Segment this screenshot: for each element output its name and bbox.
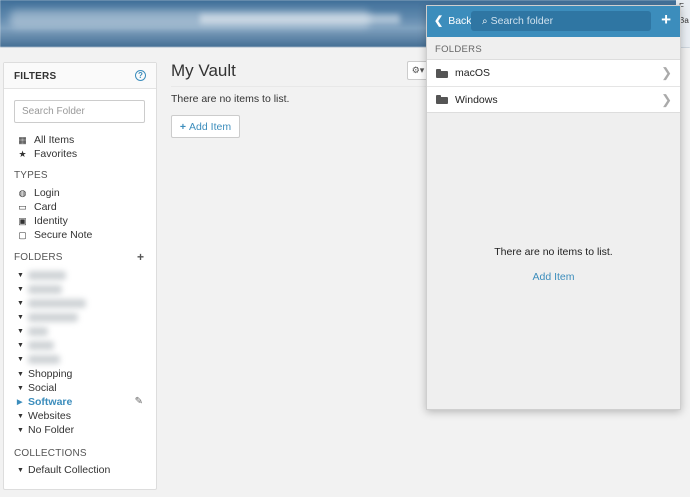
- caret-down-icon: ▼: [17, 370, 24, 378]
- type-label: Login: [34, 187, 60, 199]
- blurred-label: [28, 326, 48, 336]
- collection-item-default[interactable]: ▼ Default Collection: [17, 463, 110, 477]
- folder-item-blurred[interactable]: ▼: [17, 268, 66, 282]
- type-label: Identity: [34, 215, 68, 227]
- popup-empty-message: There are no items to list.: [494, 246, 613, 258]
- note-icon: ▢: [18, 229, 27, 240]
- popup-header: ❮ Back ⌕ Search folder +: [427, 6, 680, 37]
- folder-item-social[interactable]: ▼ Social: [17, 381, 57, 395]
- caret-down-icon: ▼: [17, 299, 24, 307]
- type-identity[interactable]: ▣ Identity: [17, 214, 68, 228]
- type-login[interactable]: ◍ Login: [17, 186, 60, 200]
- filter-label: Favorites: [34, 148, 78, 160]
- chevron-right-icon: ❯: [661, 92, 672, 107]
- folder-item-software[interactable]: ▶ Software: [17, 395, 72, 409]
- folder-item-no-folder[interactable]: ▼ No Folder: [17, 423, 74, 437]
- chevron-right-icon: ❯: [661, 65, 672, 80]
- add-icon[interactable]: +: [661, 10, 671, 30]
- blurred-label: [28, 284, 62, 294]
- folder-icon: [436, 68, 448, 78]
- blurred-content: [200, 14, 400, 24]
- folder-item-blurred[interactable]: ▼: [17, 310, 78, 324]
- filter-label: All Items: [34, 134, 75, 146]
- caret-down-icon: ▼: [17, 285, 24, 293]
- folder-name: macOS: [455, 67, 491, 79]
- search-folder-input[interactable]: Search Folder: [14, 100, 145, 123]
- blurred-label: [28, 298, 86, 308]
- folder-label: Websites: [28, 410, 71, 422]
- search-folder-field[interactable]: ⌕ Search folder: [471, 11, 651, 31]
- blurred-label: [28, 354, 60, 364]
- folders-section-label: FOLDERS: [14, 252, 63, 263]
- caret-down-icon: ▼: [17, 384, 24, 392]
- folder-label: Software: [28, 396, 73, 408]
- star-icon: ★: [18, 148, 27, 159]
- plus-icon: +: [179, 120, 187, 133]
- folder-item-blurred[interactable]: ▼: [17, 282, 62, 296]
- id-card-icon: ▣: [18, 215, 27, 226]
- divider: [171, 86, 427, 87]
- types-section-label: TYPES: [14, 170, 48, 181]
- filters-panel: FILTERS ? Search Folder ▦ All Items ★ Fa…: [3, 62, 157, 490]
- chevron-left-icon: ❮: [434, 15, 444, 27]
- credit-card-icon: ▭: [18, 201, 27, 212]
- filters-title: FILTERS: [14, 71, 57, 82]
- add-folder-icon[interactable]: +: [137, 250, 144, 264]
- collection-label: Default Collection: [28, 464, 111, 476]
- globe-icon: ◍: [18, 187, 27, 198]
- folder-row-macos[interactable]: macOS ❯: [427, 60, 680, 86]
- folder-label: Shopping: [28, 368, 73, 380]
- search-placeholder: Search folder: [490, 15, 554, 27]
- type-label: Secure Note: [34, 229, 93, 241]
- search-icon: ⌕: [482, 15, 488, 27]
- grid-icon: ▦: [18, 134, 27, 145]
- caret-right-icon: ▶: [17, 399, 23, 406]
- folder-item-blurred[interactable]: ▼: [17, 352, 60, 366]
- empty-message: There are no items to list.: [171, 93, 290, 105]
- caret-down-icon: ▼: [17, 327, 24, 335]
- popup-add-item-link[interactable]: Add Item: [427, 271, 680, 283]
- folder-item-shopping[interactable]: ▼ Shopping: [17, 367, 72, 381]
- folder-item-websites[interactable]: ▼ Websites: [17, 409, 71, 423]
- gear-icon: ⚙▾: [411, 65, 425, 75]
- extension-popup: ❮ Back ⌕ Search folder + FOLDERS macOS ❯…: [426, 5, 681, 410]
- blurred-label: [28, 312, 78, 322]
- blurred-label: [28, 270, 66, 280]
- help-icon[interactable]: ?: [135, 70, 146, 81]
- folder-item-blurred[interactable]: ▼: [17, 324, 48, 338]
- caret-down-icon: ▼: [17, 313, 24, 321]
- caret-down-icon: ▼: [17, 355, 24, 363]
- filters-header: FILTERS ?: [4, 63, 156, 89]
- folder-list: macOS ❯ Windows ❯: [427, 59, 680, 113]
- caret-down-icon: ▼: [17, 341, 24, 349]
- filter-favorites[interactable]: ★ Favorites: [17, 147, 77, 161]
- folder-row-windows[interactable]: Windows ❯: [427, 86, 680, 112]
- type-card[interactable]: ▭ Card: [17, 200, 57, 214]
- caret-down-icon: ▼: [17, 271, 24, 279]
- folder-name: Windows: [455, 93, 498, 106]
- folder-label: No Folder: [28, 424, 75, 436]
- caret-down-icon: ▼: [17, 412, 24, 420]
- popup-folders-label: FOLDERS: [435, 44, 482, 55]
- folder-label: Social: [28, 382, 57, 394]
- folder-item-blurred[interactable]: ▼: [17, 338, 54, 352]
- collections-section-label: COLLECTIONS: [14, 448, 87, 459]
- add-item-button[interactable]: + Add Item: [171, 115, 240, 138]
- edit-folder-icon[interactable]: ✎: [135, 396, 143, 407]
- blurred-label: [28, 340, 54, 350]
- add-item-label: Add Item: [189, 120, 232, 133]
- caret-down-icon: ▼: [17, 466, 24, 474]
- caret-down-icon: ▼: [17, 426, 24, 434]
- folder-item-blurred[interactable]: ▼: [17, 296, 86, 310]
- page-title: My Vault: [171, 61, 236, 80]
- type-secure-note[interactable]: ▢ Secure Note: [17, 228, 92, 242]
- filter-all-items[interactable]: ▦ All Items: [17, 133, 74, 147]
- type-label: Card: [34, 201, 57, 213]
- back-button[interactable]: ❮ Back: [434, 14, 472, 28]
- folder-icon: [436, 95, 448, 104]
- back-label: Back: [448, 14, 472, 27]
